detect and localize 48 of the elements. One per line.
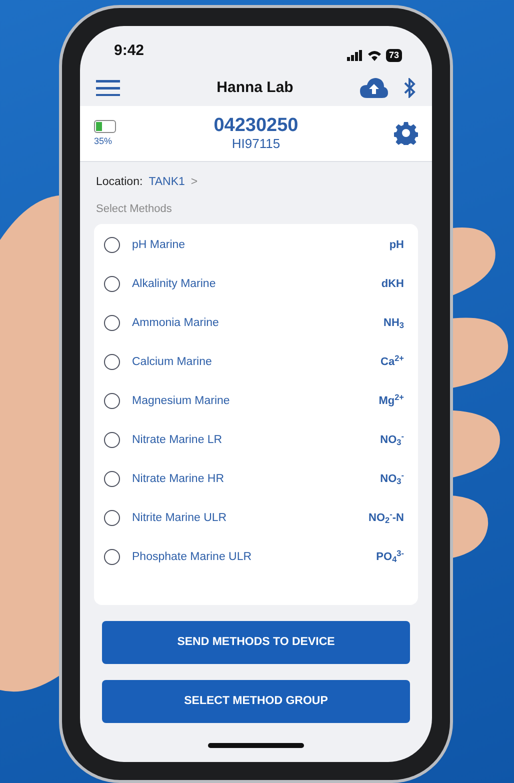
app-title: Hanna Lab [216,78,294,98]
device-model: HI97115 [230,136,282,152]
method-name: Nitrite Marine ULR [132,510,228,526]
chevron-icon: > [190,174,198,192]
method-name: Phosphate Marine ULR [132,550,253,565]
radio-button[interactable] [104,393,120,410]
battery-icon: 73 [386,48,402,62]
radio-button[interactable] [104,432,120,448]
bluetooth-icon[interactable] [404,78,416,98]
method-unit: dKH [381,277,404,292]
method-row[interactable]: Alkalinity Marine dKH [94,264,418,304]
method-unit: pH [389,238,404,253]
method-name: Nitrate Marine HR [132,472,226,487]
location-link[interactable]: TANK1 [148,174,185,192]
radio-button[interactable] [104,315,120,332]
radio-button[interactable] [104,276,120,292]
radio-button[interactable] [104,510,120,526]
action-button[interactable]: SELECT METHOD GROUP [102,680,410,723]
menu-icon[interactable] [96,80,120,96]
section-title: Select Methods [95,202,173,218]
method-name: Calcium Marine [132,354,213,370]
action-button[interactable]: SEND METHODS TO DEVICE [102,620,410,664]
radio-button[interactable] [104,471,120,488]
method-name: Nitrate Marine LR [132,432,224,448]
cloud-upload-icon[interactable] [360,78,388,98]
method-name: Alkalinity Marine [132,276,217,292]
method-row[interactable]: Ammonia Marine NH$_{3}$ [94,304,418,343]
location-label: Location: [96,175,143,190]
settings-icon[interactable] [394,121,418,146]
radio-button[interactable] [104,549,120,566]
method-row[interactable]: pH Marine pH [94,226,418,265]
method-unit: Mg$^{2+}$ [378,393,404,409]
wifi-icon [366,50,382,60]
battery-percent: 35% [94,134,114,148]
status-time: 9:42 [114,41,144,61]
method-row[interactable]: Calcium Marine Ca$^{2+}$ [94,342,418,382]
method-unit: NH$_{3}$ [384,316,404,332]
method-row[interactable]: Nitrite Marine ULR NO$_{2}$$^{-}$-N [94,498,418,538]
method-unit: Ca$^{2+}$ [380,354,404,370]
method-row[interactable]: Magnesium Marine Mg$^{2+}$ [94,382,418,421]
method-unit: NO$_{2}$$^{-}$-N [368,510,404,526]
radio-button[interactable] [104,237,120,254]
method-name: Magnesium Marine [132,394,231,409]
signal-icon [346,50,363,60]
method-name: Ammonia Marine [132,316,220,331]
radio-button[interactable] [104,354,120,370]
method-name: pH Marine [132,238,186,253]
device-serial: 04230250 [212,116,300,137]
